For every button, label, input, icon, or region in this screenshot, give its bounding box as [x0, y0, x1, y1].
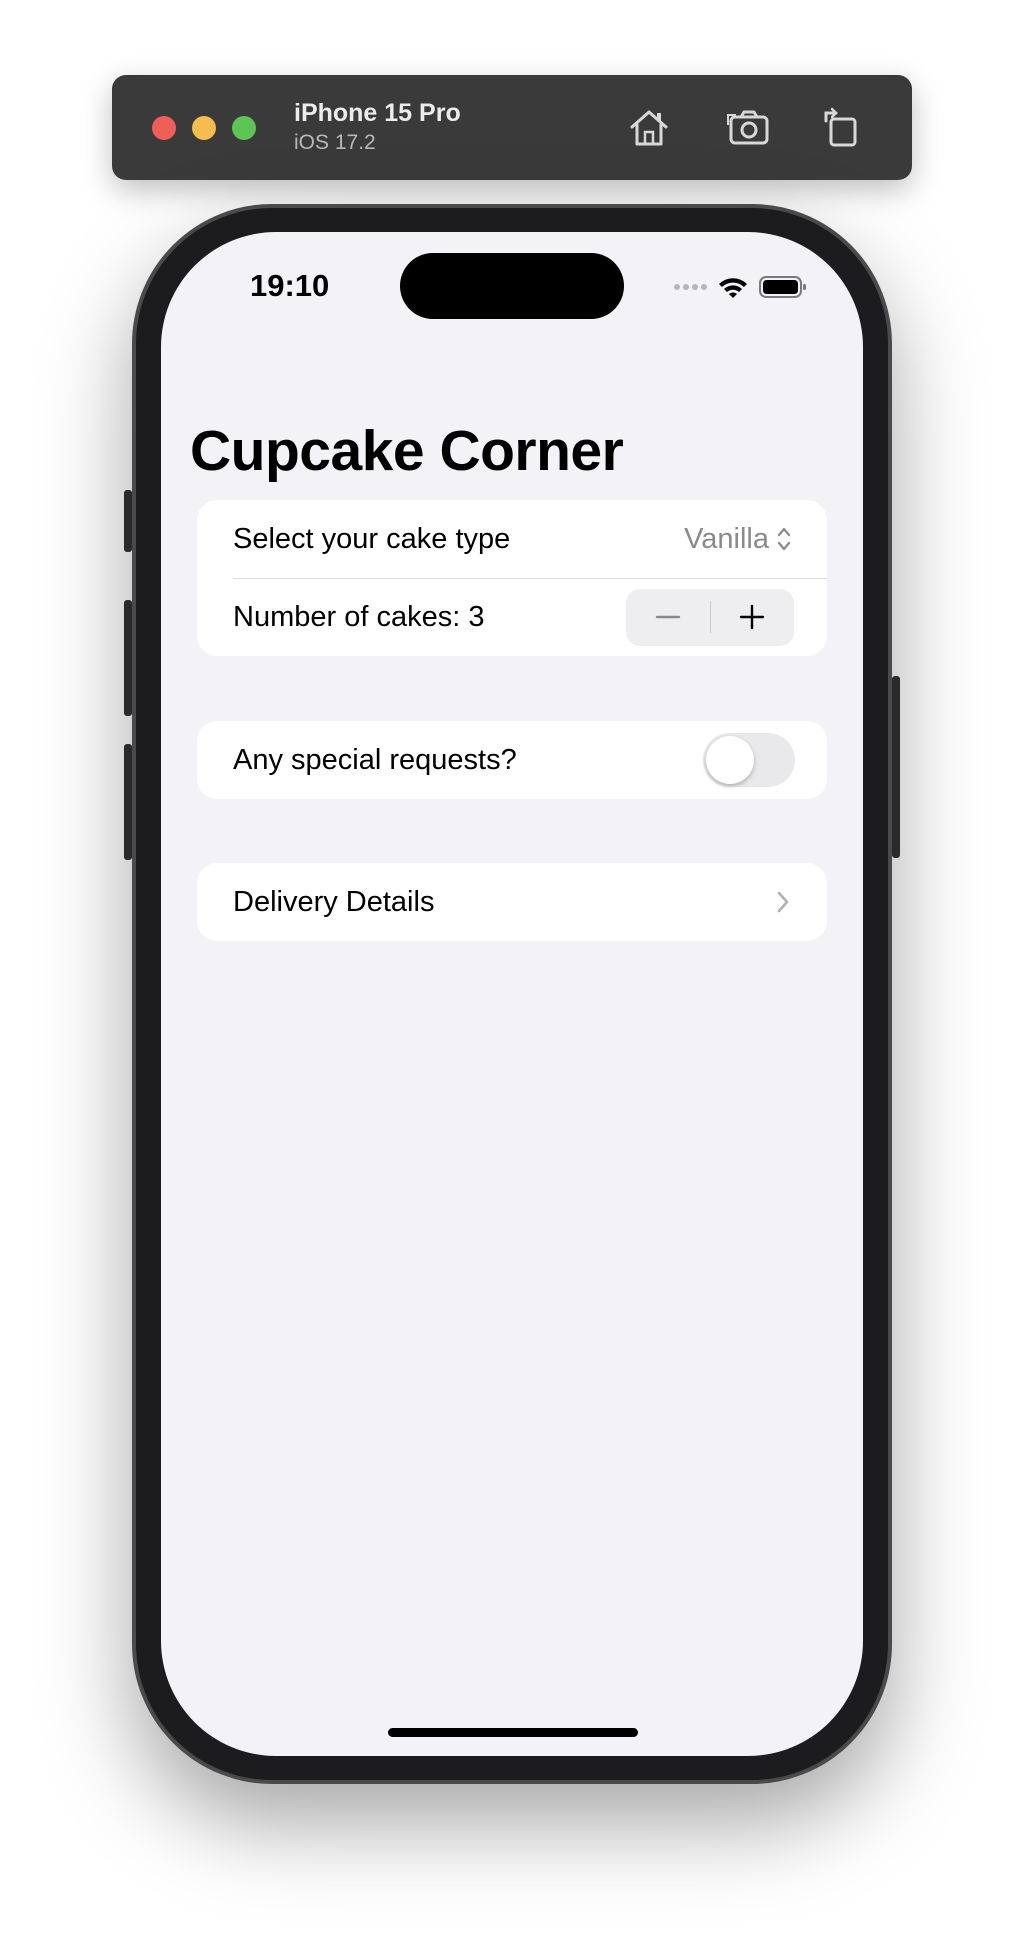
delivery-section: Delivery Details [197, 863, 827, 941]
quantity-stepper [626, 588, 795, 646]
status-icons [674, 272, 807, 302]
minus-icon [655, 615, 680, 619]
phone-screen: 19:10 Cupcake Corner Select your cake ty… [161, 232, 863, 1756]
volume-down-button[interactable] [124, 744, 132, 860]
battery-icon [759, 276, 806, 298]
cake-type-value: Vanilla [684, 522, 769, 555]
status-time: 19:10 [250, 268, 330, 303]
screenshot-icon[interactable] [726, 105, 772, 151]
decrement-button[interactable] [626, 589, 710, 646]
rotate-icon[interactable] [818, 105, 864, 151]
simulator-title-bar: iPhone 15 Pro iOS 17.2 [112, 75, 912, 180]
dynamic-island [400, 253, 624, 319]
cake-type-label: Select your cake type [233, 522, 511, 555]
delivery-details-link[interactable]: Delivery Details [197, 863, 827, 941]
page-title: Cupcake Corner [190, 419, 624, 483]
quantity-label: Number of cakes: 3 [233, 600, 485, 633]
power-button[interactable] [892, 676, 900, 858]
action-button[interactable] [124, 490, 132, 552]
special-requests-label: Any special requests? [233, 743, 517, 776]
volume-up-button[interactable] [124, 600, 132, 716]
chevron-right-icon [777, 891, 789, 913]
home-indicator[interactable] [388, 1728, 638, 1737]
wifi-icon [719, 278, 747, 298]
special-requests-row: Any special requests? [197, 721, 827, 799]
delivery-details-label: Delivery Details [233, 885, 435, 918]
close-window-button[interactable] [152, 116, 176, 140]
os-version: iOS 17.2 [294, 131, 376, 154]
special-requests-section: Any special requests? [197, 721, 827, 799]
cake-type-picker[interactable]: Select your cake type Vanilla [197, 500, 827, 578]
cake-type-value-container[interactable]: Vanilla [684, 523, 791, 556]
zoom-window-button[interactable] [232, 116, 256, 140]
order-section: Select your cake type Vanilla Number of … [197, 500, 827, 656]
minimize-window-button[interactable] [192, 116, 216, 140]
quantity-row: Number of cakes: 3 [197, 578, 827, 656]
chevron-up-down-icon [777, 527, 791, 551]
increment-button[interactable] [711, 589, 795, 646]
special-requests-toggle[interactable] [703, 733, 795, 787]
plus-icon [740, 604, 765, 630]
cellular-signal-icon [674, 284, 707, 290]
home-icon[interactable] [626, 105, 672, 151]
device-name: iPhone 15 Pro [294, 99, 461, 127]
toggle-knob [706, 736, 754, 784]
